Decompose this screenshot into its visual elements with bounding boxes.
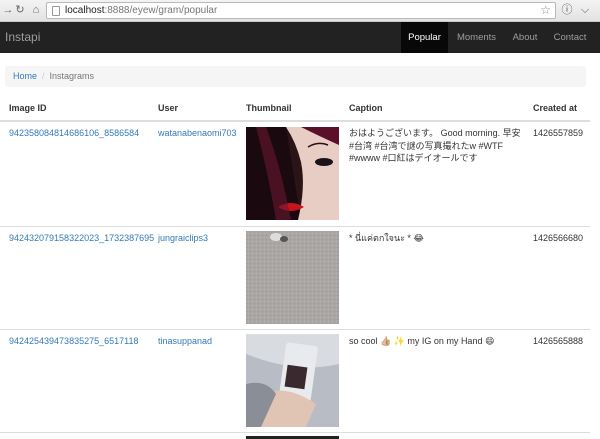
- created-at-value: 1426565888: [533, 336, 584, 346]
- nav-contact[interactable]: Contact: [545, 22, 595, 53]
- header-caption: Caption: [349, 103, 383, 113]
- brand-link[interactable]: Instapi: [5, 30, 40, 44]
- thumbnail-image[interactable]: [246, 231, 339, 324]
- thumbnail-image[interactable]: [246, 334, 339, 427]
- breadcrumb-current: Instagrams: [49, 71, 95, 81]
- header-divider: [0, 120, 590, 122]
- caption-text: so cool 👍🏼 ✨ my IG on my Hand 😄: [349, 336, 495, 346]
- pocket-icon[interactable]: ⌵: [578, 3, 592, 17]
- row-divider: [0, 226, 590, 227]
- created-at-value: 1426557859: [533, 128, 584, 138]
- header-image-id: Image ID: [9, 103, 47, 113]
- header-user: User: [158, 103, 179, 113]
- user-link[interactable]: watanabenaomi703: [158, 127, 237, 140]
- caption-text: おはようございます。 Good morning. 早安 #台湾 #台湾で謎の写真…: [349, 128, 521, 163]
- url-text: localhost:8888/eyew/gram/popular: [65, 5, 218, 16]
- breadcrumb: Home / Instagrams: [5, 66, 586, 87]
- image-id-link[interactable]: 942425439473835275_6517118: [9, 335, 138, 348]
- row-divider: [0, 329, 590, 330]
- home-icon[interactable]: ⌂: [29, 3, 43, 17]
- header-created-at: Created at: [533, 103, 578, 113]
- row-divider: [0, 432, 590, 433]
- user-link[interactable]: jungraiclips3: [158, 232, 208, 245]
- breadcrumb-home[interactable]: Home: [13, 71, 37, 81]
- address-bar[interactable]: localhost:8888/eyew/gram/popular ☆: [46, 2, 556, 19]
- image-id-link[interactable]: 942432079158322023_1732387695: [9, 232, 154, 245]
- user-link[interactable]: tinasuppanad: [158, 335, 212, 348]
- caption-text: * นี่แค่ตกใจนะ * 😂: [349, 233, 424, 243]
- image-id-link[interactable]: 942358084814686106_8586584: [9, 127, 139, 140]
- created-at-value: 1426566680: [533, 233, 584, 243]
- page-icon: [52, 6, 60, 16]
- header-thumbnail: Thumbnail: [246, 103, 292, 113]
- reload-icon[interactable]: ↻: [13, 3, 27, 17]
- nav-popular[interactable]: Popular: [401, 22, 448, 53]
- breadcrumb-separator: /: [42, 71, 45, 81]
- top-navbar: Instapi Popular Moments About Contact: [0, 22, 600, 53]
- nav-about[interactable]: About: [505, 22, 545, 53]
- nav-moments[interactable]: Moments: [448, 22, 505, 53]
- thumbnail-image[interactable]: [246, 127, 339, 220]
- browser-toolbar: → ↻ ⌂ localhost:8888/eyew/gram/popular ☆…: [0, 0, 600, 22]
- bookmark-star-icon[interactable]: ☆: [540, 3, 551, 18]
- info-icon[interactable]: ⓘ: [560, 3, 574, 17]
